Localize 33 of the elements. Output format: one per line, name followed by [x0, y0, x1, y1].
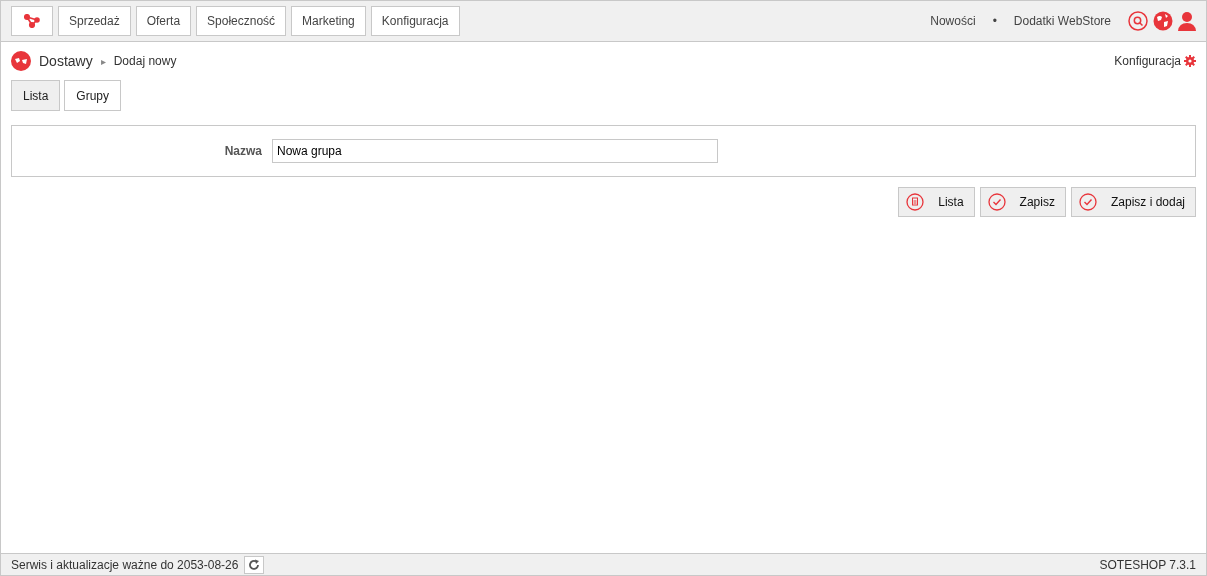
tab[interactable]: Lista [11, 80, 61, 111]
top-link[interactable]: Nowości [930, 14, 976, 28]
version-text: SOTESHOP 7.3.1 [1099, 557, 1196, 572]
configuration-link[interactable]: Konfiguracja [1114, 54, 1196, 68]
top-link[interactable]: Dodatki WebStore [1013, 14, 1111, 28]
status-text: Serwis i aktualizacje ważne do 2053-08-26 [11, 557, 239, 572]
document-icon [906, 193, 925, 211]
menu-button[interactable]: Marketing [291, 6, 366, 36]
search-icon[interactable] [1128, 11, 1148, 31]
breadcrumb-current: Dodaj nowy [113, 54, 177, 68]
separator-dot: • [992, 14, 997, 28]
menu-button[interactable]: Konfiguracja [370, 6, 460, 36]
breadcrumb-separator: ▸ [100, 55, 106, 67]
refresh-button[interactable] [244, 555, 265, 574]
network-logo-icon [24, 14, 40, 28]
refresh-icon [248, 558, 261, 571]
menu-button[interactable]: Społeczność [196, 6, 287, 36]
globe-icon [11, 51, 31, 71]
action-button[interactable]: Zapisz i dodaj [1070, 187, 1196, 217]
menu-button[interactable]: Sprzedaż [58, 6, 131, 36]
field-label: Nazwa [223, 144, 262, 158]
check-icon [1078, 193, 1097, 211]
home-button[interactable] [11, 6, 53, 36]
input-field[interactable]: Nowa grupa [272, 139, 718, 163]
tab[interactable]: Grupy [64, 80, 122, 111]
breadcrumb-link[interactable]: Dostawy [39, 53, 93, 69]
action-button[interactable]: Zapisz [979, 187, 1066, 217]
menu-button[interactable]: Oferta [135, 6, 192, 36]
globe-icon[interactable] [1153, 11, 1173, 31]
action-button[interactable]: Lista [898, 187, 975, 217]
user-icon[interactable] [1178, 11, 1196, 31]
settings-icon [1184, 55, 1196, 67]
check-icon [987, 193, 1006, 211]
